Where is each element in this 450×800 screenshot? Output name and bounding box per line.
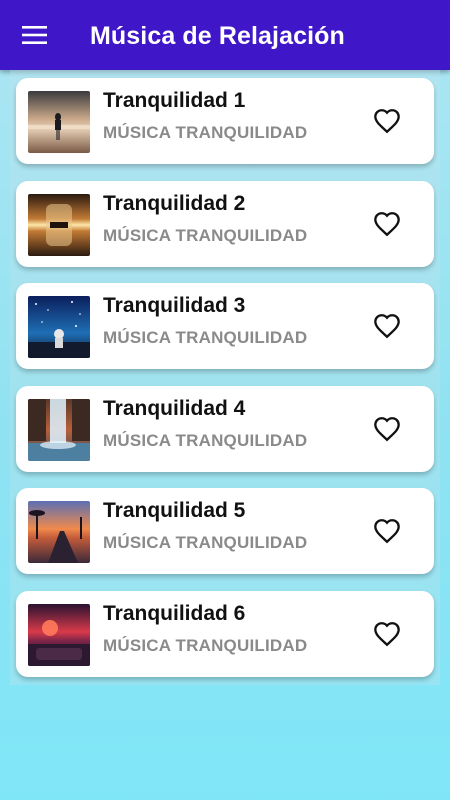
track-thumbnail — [28, 296, 90, 358]
track-thumbnail — [28, 604, 90, 666]
track-card-5[interactable]: Tranquilidad 5 MÚSICA TRANQUILIDAD — [16, 488, 434, 574]
track-subtitle: MÚSICA TRANQUILIDAD — [103, 533, 308, 552]
track-title: Tranquilidad 2 — [103, 192, 246, 215]
track-card-1[interactable]: Tranquilidad 1 MÚSICA TRANQUILIDAD — [16, 78, 434, 164]
heart-outline-icon — [374, 314, 400, 339]
heart-outline-icon — [374, 109, 400, 134]
track-title: Tranquilidad 4 — [103, 397, 246, 420]
app-title: Música de Relajación — [90, 22, 345, 50]
track-card-4[interactable]: Tranquilidad 4 MÚSICA TRANQUILIDAD — [16, 386, 434, 472]
track-subtitle: MÚSICA TRANQUILIDAD — [103, 431, 308, 450]
heart-outline-icon — [374, 417, 400, 442]
track-title: Tranquilidad 5 — [103, 499, 246, 522]
favorite-button[interactable] — [368, 615, 406, 653]
heart-outline-icon — [374, 519, 400, 544]
hamburger-menu-icon — [22, 26, 47, 44]
track-title: Tranquilidad 1 — [103, 89, 246, 112]
heart-outline-icon — [374, 212, 400, 237]
app-bar: Música de Relajación — [0, 0, 450, 70]
favorite-button[interactable] — [368, 512, 406, 550]
track-subtitle: MÚSICA TRANQUILIDAD — [103, 636, 308, 655]
track-card-6[interactable]: Tranquilidad 6 MÚSICA TRANQUILIDAD — [16, 591, 434, 677]
track-thumbnail — [28, 399, 90, 461]
track-title: Tranquilidad 6 — [103, 602, 246, 625]
track-card-3[interactable]: Tranquilidad 3 MÚSICA TRANQUILIDAD — [16, 283, 434, 369]
track-thumbnail — [28, 91, 90, 153]
track-subtitle: MÚSICA TRANQUILIDAD — [103, 123, 308, 142]
track-title: Tranquilidad 3 — [103, 294, 246, 317]
track-thumbnail — [28, 194, 90, 256]
favorite-button[interactable] — [368, 410, 406, 448]
track-thumbnail — [28, 501, 90, 563]
menu-button[interactable] — [0, 0, 70, 70]
track-subtitle: MÚSICA TRANQUILIDAD — [103, 328, 308, 347]
favorite-button[interactable] — [368, 102, 406, 140]
favorite-button[interactable] — [368, 205, 406, 243]
track-subtitle: MÚSICA TRANQUILIDAD — [103, 226, 308, 245]
track-card-2[interactable]: Tranquilidad 2 MÚSICA TRANQUILIDAD — [16, 181, 434, 267]
heart-outline-icon — [374, 622, 400, 647]
favorite-button[interactable] — [368, 307, 406, 345]
